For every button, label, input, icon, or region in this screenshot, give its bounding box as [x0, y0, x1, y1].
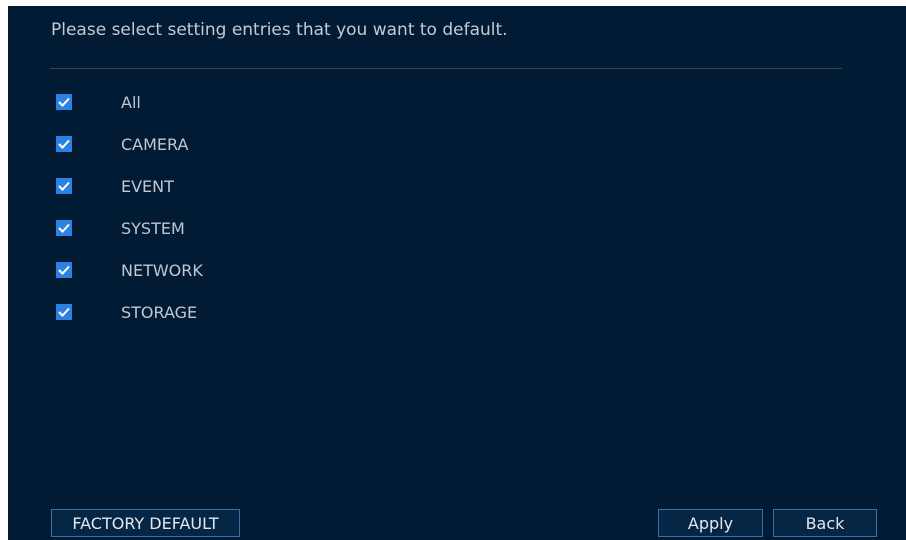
checkbox-all[interactable]: [56, 94, 72, 110]
entry-all: All: [56, 90, 141, 114]
entry-label-camera: CAMERA: [121, 134, 189, 154]
entry-label-all: All: [121, 92, 141, 112]
back-button[interactable]: Back: [773, 509, 877, 537]
checkmark-icon: [58, 181, 70, 191]
entry-storage: STORAGE: [56, 300, 197, 324]
default-settings-panel: Please select setting entries that you w…: [8, 6, 906, 540]
checkmark-icon: [58, 97, 70, 107]
entry-network: NETWORK: [56, 258, 203, 282]
entry-label-network: NETWORK: [121, 260, 203, 280]
entry-label-system: SYSTEM: [121, 218, 185, 238]
checkmark-icon: [58, 307, 70, 317]
checkmark-icon: [58, 139, 70, 149]
checkbox-network[interactable]: [56, 262, 72, 278]
entry-label-event: EVENT: [121, 176, 174, 196]
checkbox-storage[interactable]: [56, 304, 72, 320]
entry-system: SYSTEM: [56, 216, 185, 240]
checkbox-event[interactable]: [56, 178, 72, 194]
entry-event: EVENT: [56, 174, 174, 198]
entry-label-storage: STORAGE: [121, 302, 198, 322]
checkmark-icon: [58, 265, 70, 275]
checkbox-system[interactable]: [56, 220, 72, 236]
apply-button[interactable]: Apply: [658, 509, 763, 537]
entry-camera: CAMERA: [56, 132, 188, 156]
factory-default-button[interactable]: FACTORY DEFAULT: [51, 509, 240, 537]
checkbox-camera[interactable]: [56, 136, 72, 152]
checkmark-icon: [58, 223, 70, 233]
divider: [50, 68, 842, 69]
instruction-text: Please select setting entries that you w…: [51, 20, 508, 40]
